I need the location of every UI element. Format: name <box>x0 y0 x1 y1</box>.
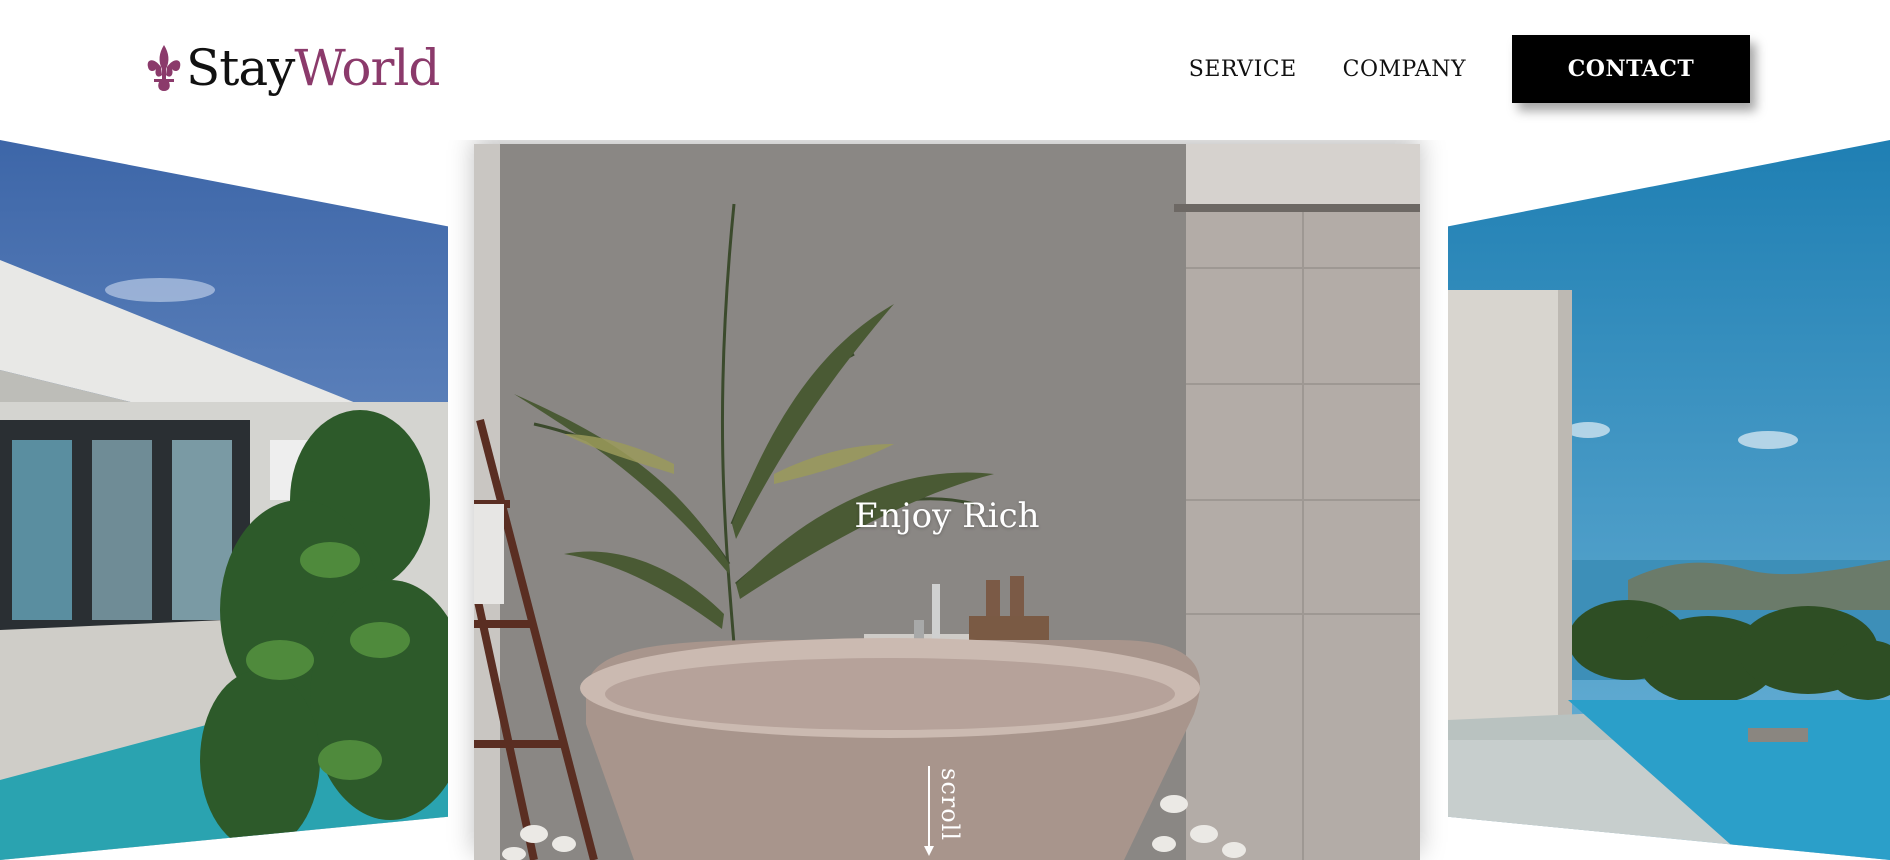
main-nav: SERVICE COMPANY CONTACT <box>1189 35 1750 103</box>
scroll-label: scroll <box>936 768 964 842</box>
scroll-indicator[interactable]: scroll <box>924 766 988 860</box>
hero-carousel: Enjoy Rich scroll <box>0 140 1890 860</box>
logo[interactable]: StayWorld <box>144 38 440 98</box>
nav-link-company[interactable]: COMPANY <box>1343 57 1466 82</box>
pool-photo <box>1448 140 1890 860</box>
scroll-line <box>928 766 930 854</box>
nav-link-service[interactable]: SERVICE <box>1189 57 1297 82</box>
slide-next[interactable] <box>1448 140 1890 860</box>
slide-current[interactable]: Enjoy Rich scroll <box>474 144 1420 860</box>
hero-title: Enjoy Rich <box>854 496 1040 536</box>
brand-name-part1: Stay <box>186 39 295 97</box>
fleur-de-lis-icon <box>147 45 181 91</box>
brand-name-part2: World <box>294 39 440 97</box>
villa-photo <box>0 140 448 860</box>
site-header: StayWorld SERVICE COMPANY CONTACT <box>0 0 1890 140</box>
contact-button[interactable]: CONTACT <box>1512 35 1750 103</box>
arrow-down-icon <box>924 846 934 856</box>
slide-prev[interactable] <box>0 140 448 860</box>
